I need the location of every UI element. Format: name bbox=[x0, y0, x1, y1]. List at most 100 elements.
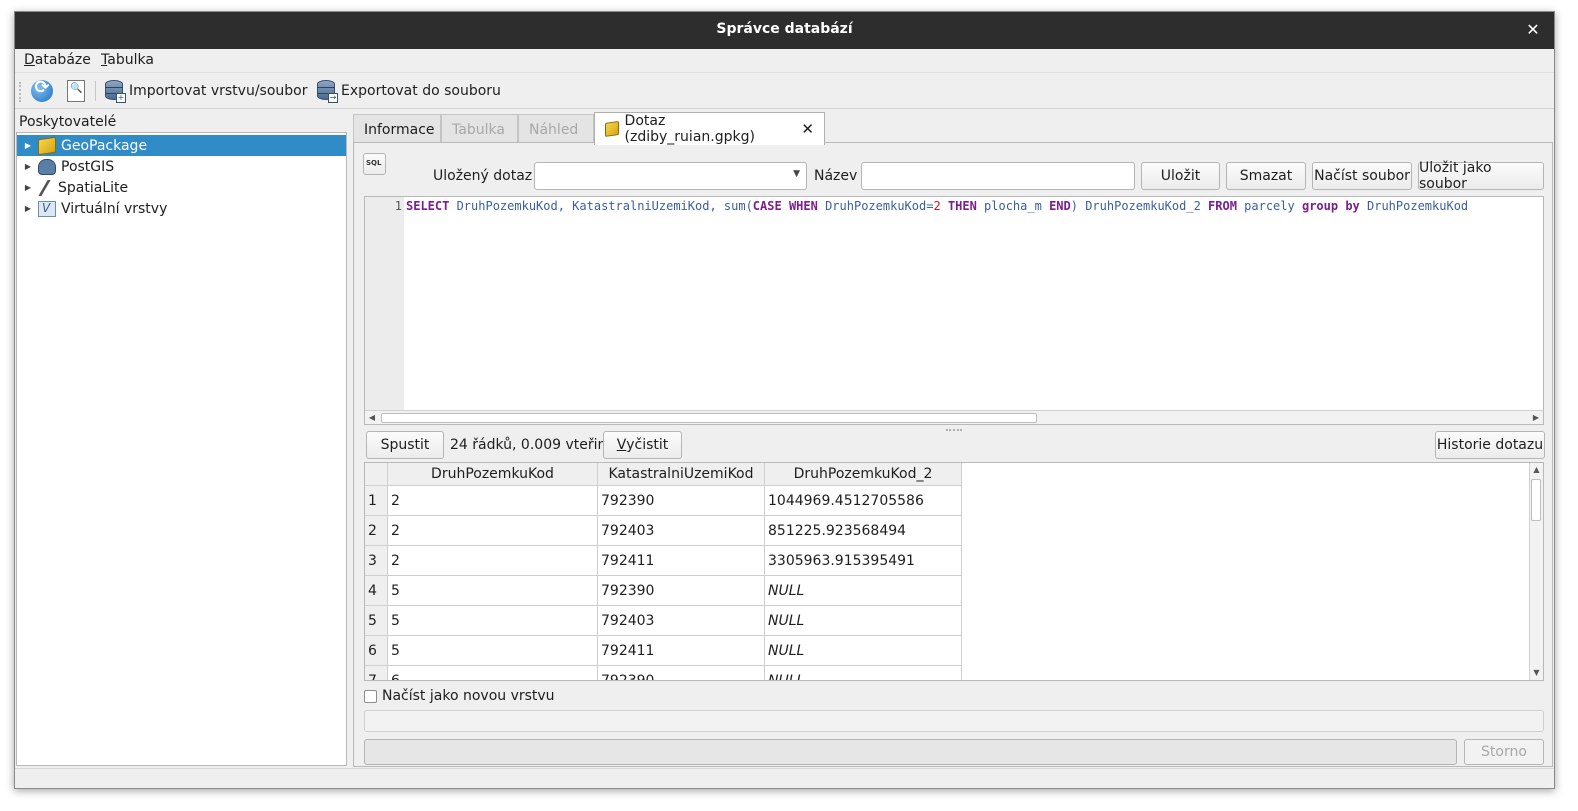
table-cell[interactable]: 792390 bbox=[598, 576, 765, 606]
refresh-icon bbox=[31, 77, 53, 102]
sql-editor[interactable]: 1 SELECT DruhPozemkuKod, KatastralniUzem… bbox=[364, 196, 1544, 425]
table-vertical-scrollbar[interactable]: ▲ ▼ bbox=[1529, 463, 1543, 680]
table-cell[interactable]: 5 bbox=[388, 576, 598, 606]
tree-item-label: SpatiaLite bbox=[58, 179, 129, 196]
table-cell[interactable]: 792390 bbox=[598, 486, 765, 516]
geopackage-icon bbox=[605, 121, 619, 137]
table-cell[interactable]: NULL bbox=[765, 666, 962, 680]
table-cell[interactable]: 792403 bbox=[598, 606, 765, 636]
tree-item-virtual-layers[interactable]: ▶ Virtuální vrstvy bbox=[17, 198, 346, 219]
load-file-button[interactable]: Načíst soubor bbox=[1312, 162, 1412, 190]
close-icon[interactable]: ✕ bbox=[1522, 19, 1544, 41]
import-layer-button[interactable]: + Importovat vrstvu/soubor bbox=[104, 78, 307, 104]
column-header[interactable]: DruhPozemkuKod bbox=[388, 463, 598, 486]
query-name-input[interactable] bbox=[861, 162, 1135, 190]
sql-code[interactable]: SELECT DruhPozemkuKod, KatastralniUzemiK… bbox=[406, 199, 1468, 213]
table-cell[interactable]: 792411 bbox=[598, 546, 765, 576]
layer-options-bar bbox=[364, 710, 1544, 732]
cancel-button[interactable]: Storno bbox=[1464, 739, 1544, 765]
menu-tabulka[interactable]: Tabulka bbox=[101, 52, 154, 68]
expand-arrow-icon[interactable]: ▶ bbox=[17, 141, 35, 150]
table-cell[interactable]: 2 bbox=[388, 546, 598, 576]
table-cell[interactable]: 792411 bbox=[598, 636, 765, 666]
run-button[interactable]: Spustit bbox=[366, 431, 444, 459]
title-bar: Správce databází ✕ bbox=[15, 12, 1554, 49]
refresh-button[interactable] bbox=[31, 77, 53, 104]
table-cell[interactable]: 5 bbox=[388, 606, 598, 636]
export-file-button[interactable]: → Exportovat do souboru bbox=[316, 78, 501, 104]
tree-item-postgis[interactable]: ▶ PostGIS bbox=[17, 156, 346, 177]
toolbar-grip[interactable] bbox=[19, 82, 23, 102]
progress-bar bbox=[364, 739, 1457, 765]
table-cell[interactable]: NULL bbox=[765, 606, 962, 636]
load-as-layer-row[interactable]: Načíst jako novou vrstvu bbox=[364, 688, 555, 704]
table-cell[interactable]: 792403 bbox=[598, 516, 765, 546]
table-cell[interactable]: 3305963.915395491 bbox=[765, 546, 962, 576]
row-header[interactable]: 6 bbox=[365, 636, 388, 666]
database-export-icon: → bbox=[316, 79, 338, 103]
table-cell[interactable]: 2 bbox=[388, 516, 598, 546]
expand-arrow-icon[interactable]: ▶ bbox=[17, 183, 35, 192]
clear-mnemonic: V bbox=[616, 437, 627, 453]
row-header[interactable]: 3 bbox=[365, 546, 388, 576]
main-panel: Informace Tabulka Náhled Dotaz (zdiby_ru… bbox=[353, 110, 1553, 767]
sql-icon[interactable] bbox=[363, 153, 386, 175]
scrollbar-thumb[interactable] bbox=[1531, 479, 1541, 521]
menu-databaze[interactable]: Databáze bbox=[24, 52, 91, 68]
row-header[interactable]: 4 bbox=[365, 576, 388, 606]
table-cell[interactable]: NULL bbox=[765, 576, 962, 606]
geopackage-icon bbox=[38, 136, 56, 155]
name-label: Název bbox=[814, 168, 858, 184]
editor-horizontal-scrollbar[interactable]: ◀ ▶ bbox=[365, 410, 1543, 424]
query-history-button[interactable]: Historie dotazu bbox=[1435, 431, 1545, 459]
database-import-icon: + bbox=[104, 79, 126, 103]
delete-query-button[interactable]: Smazat bbox=[1226, 162, 1306, 190]
tab-dotaz[interactable]: Dotaz (zdiby_ruian.gpkg) ✕ bbox=[594, 112, 825, 145]
save-query-button[interactable]: Uložit bbox=[1141, 162, 1220, 190]
scroll-left-icon[interactable]: ◀ bbox=[365, 411, 379, 424]
tab-informace[interactable]: Informace bbox=[353, 114, 441, 145]
table-cell[interactable]: NULL bbox=[765, 636, 962, 666]
menu-databaze-mnemonic: D bbox=[24, 52, 35, 68]
scroll-up-icon[interactable]: ▲ bbox=[1530, 463, 1543, 477]
providers-panel: Poskytovatelé ▶ GeoPackage ▶ PostGIS ▶ S… bbox=[15, 110, 348, 767]
saved-query-combo[interactable]: ▼ bbox=[534, 162, 807, 190]
tree-item-spatialite[interactable]: ▶ SpatiaLite bbox=[17, 177, 346, 198]
chevron-down-icon: ▼ bbox=[793, 169, 800, 179]
table-cell[interactable]: 5 bbox=[388, 636, 598, 666]
virtual-layer-icon bbox=[38, 200, 56, 217]
table-cell[interactable]: 6 bbox=[388, 666, 598, 680]
query-tab-body: Uložený dotaz ▼ Název Uložit Smazat Načí… bbox=[353, 142, 1553, 767]
sql-window-button[interactable] bbox=[67, 78, 85, 104]
save-as-file-button[interactable]: Uložit jako soubor bbox=[1418, 160, 1544, 192]
load-as-layer-checkbox[interactable] bbox=[364, 689, 377, 703]
splitter-handle[interactable] bbox=[946, 429, 962, 433]
table-cell[interactable]: 851225.923568494 bbox=[765, 516, 962, 546]
line-number: 1 bbox=[394, 199, 402, 213]
row-header[interactable]: 1 bbox=[365, 486, 388, 516]
table-cell[interactable]: 1044969.4512705586 bbox=[765, 486, 962, 516]
toolbar-separator bbox=[95, 81, 96, 101]
expand-arrow-icon[interactable]: ▶ bbox=[17, 162, 35, 171]
tab-nahled[interactable]: Náhled bbox=[518, 114, 594, 145]
table-cell[interactable]: 2 bbox=[388, 486, 598, 516]
table-cell[interactable]: 792390 bbox=[598, 666, 765, 680]
close-tab-icon[interactable]: ✕ bbox=[801, 120, 814, 138]
table-corner[interactable] bbox=[365, 463, 388, 486]
row-header[interactable]: 7 bbox=[365, 666, 388, 680]
row-header[interactable]: 5 bbox=[365, 606, 388, 636]
tab-tabulka[interactable]: Tabulka bbox=[441, 114, 518, 145]
column-header[interactable]: KatastralniUzemiKod bbox=[598, 463, 765, 486]
expand-arrow-icon[interactable]: ▶ bbox=[17, 204, 35, 213]
spatialite-feather-icon bbox=[38, 179, 58, 196]
scroll-down-icon[interactable]: ▼ bbox=[1530, 666, 1543, 680]
column-header[interactable]: DruhPozemkuKod_2 bbox=[765, 463, 962, 486]
window-title: Správce databází bbox=[716, 21, 853, 37]
tree-item-geopackage[interactable]: ▶ GeoPackage bbox=[17, 135, 346, 156]
menu-databaze-label: atabáze bbox=[34, 52, 91, 68]
scroll-right-icon[interactable]: ▶ bbox=[1529, 411, 1543, 424]
scrollbar-thumb[interactable] bbox=[381, 413, 1037, 423]
menu-bar: Databáze Tabulka bbox=[15, 49, 1554, 73]
clear-button[interactable]: Vyčistit bbox=[603, 431, 682, 459]
row-header[interactable]: 2 bbox=[365, 516, 388, 546]
